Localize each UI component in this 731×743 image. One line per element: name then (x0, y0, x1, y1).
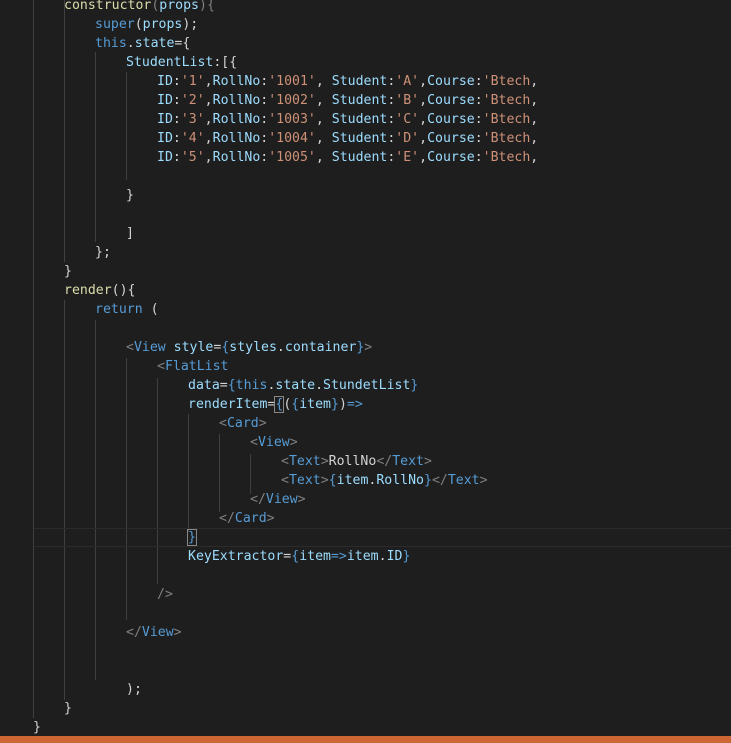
code-line[interactable]: ID:'4',RollNo:'1004', Student:'D',Course… (157, 129, 538, 148)
code-line[interactable]: <View> (250, 433, 298, 452)
code-line[interactable]: ] (126, 224, 134, 243)
code-line[interactable]: <Text>RollNo</Text> (281, 452, 432, 471)
code-line[interactable]: render(){ (64, 281, 135, 300)
indent-guide (64, 0, 65, 262)
indent-guide (219, 434, 220, 512)
code-line[interactable]: ID:'1',RollNo:'1001', Student:'A',Course… (157, 72, 538, 91)
code-line[interactable]: renderItem={({item})=> (188, 395, 363, 414)
code-line[interactable]: data={this.state.StundetList} (188, 376, 418, 395)
code-line[interactable]: super(props); (95, 15, 198, 34)
indent-guide (157, 378, 158, 584)
code-line[interactable]: } (33, 718, 41, 737)
code-line[interactable]: </View> (126, 623, 182, 642)
code-line[interactable]: </View> (250, 490, 306, 509)
code-line[interactable]: <Card> (219, 414, 267, 433)
indent-guide (64, 300, 65, 700)
code-token: constructor (64, 0, 152, 13)
code-line[interactable]: ID:'3',RollNo:'1003', Student:'C',Course… (157, 110, 538, 129)
code-line[interactable]: } (64, 699, 72, 718)
indent-guide (95, 52, 96, 242)
current-line-highlight (34, 528, 731, 547)
status-bar[interactable] (0, 736, 731, 743)
code-editor[interactable]: constructor(props){ super(props); this.s… (0, 0, 731, 743)
code-line[interactable]: </Card> (219, 509, 275, 528)
code-line[interactable]: KeyExtractor={item=>item.ID} (188, 547, 410, 566)
code-token: props (159, 0, 199, 13)
code-line[interactable]: constructor(props){ (64, 0, 215, 15)
code-token: props (142, 17, 183, 32)
matched-bracket: } (187, 529, 197, 546)
code-line[interactable]: ); (126, 680, 142, 699)
code-line[interactable]: return ( (95, 300, 159, 319)
code-line[interactable]: } (64, 262, 72, 281)
code-line[interactable]: <View style={styles.container}> (126, 338, 372, 357)
code-line[interactable]: } (187, 528, 197, 547)
code-token: super (95, 17, 135, 32)
code-token: render (64, 283, 112, 298)
indent-guide (95, 320, 96, 680)
indent-guide (126, 358, 127, 620)
indent-guide (33, 0, 34, 718)
indent-guide (250, 454, 251, 494)
code-line[interactable]: ID:'5',RollNo:'1005', Student:'E',Course… (157, 148, 538, 167)
code-token: this (95, 36, 127, 51)
code-line[interactable]: this.state={ (95, 34, 190, 53)
code-line[interactable]: StudentList:[{ (126, 53, 237, 72)
code-token: StudentList (126, 55, 214, 70)
code-line[interactable]: /> (157, 585, 173, 604)
indent-guide (188, 414, 189, 532)
code-token: return (95, 302, 143, 317)
code-line[interactable]: <Text>{item.RollNo}</Text> (281, 471, 488, 490)
code-line[interactable]: <FlatList (157, 357, 228, 376)
code-line[interactable]: ID:'2',RollNo:'1002', Student:'B',Course… (157, 91, 538, 110)
code-line[interactable]: } (126, 186, 134, 205)
indent-guide (126, 72, 127, 180)
code-token: state (134, 36, 175, 51)
code-line[interactable]: }; (95, 243, 111, 262)
